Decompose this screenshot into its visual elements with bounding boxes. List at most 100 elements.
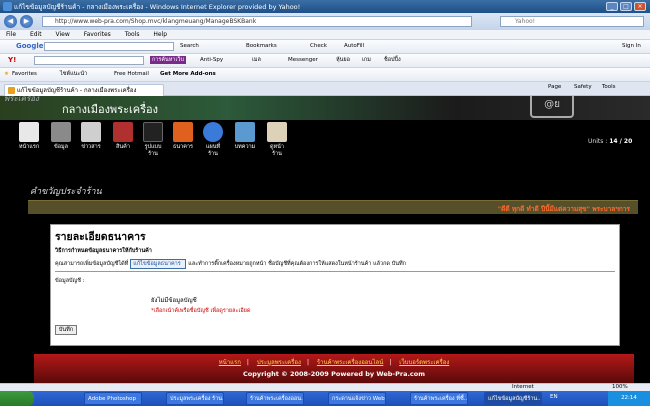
bank-icon (173, 122, 193, 142)
search-input[interactable]: Yahoo! (500, 16, 644, 27)
edit-bank-link[interactable]: แก้ไขข้อมูลธนาคาร (130, 259, 187, 269)
google-search-button[interactable]: Search (180, 42, 199, 50)
star-icon: ★ (4, 71, 9, 77)
back-button[interactable]: ◀ (4, 15, 17, 28)
theme-icon (143, 122, 163, 142)
safety-menu[interactable]: Safety (574, 84, 592, 90)
book-icon (113, 122, 133, 142)
start-button[interactable] (0, 391, 34, 406)
favorites-bar: ★ Favorites ไซต์แนะนำ Free Hotmail Get M… (0, 68, 650, 82)
favorites-button[interactable]: Favorites (12, 70, 37, 78)
web-content: พระเครื่อง กลางเมืองพระเครื่อง @ย หน้าแร… (0, 96, 650, 383)
menu-edit[interactable]: Edit (30, 30, 42, 40)
home-icon (19, 122, 39, 142)
tab-current[interactable]: แก้ไขข้อมูลบัญชีร้านค้า - กลางเมืองพระเค… (4, 84, 164, 96)
shopping-button[interactable]: ช็อปปิ้ง (384, 56, 401, 64)
footer-link-board[interactable]: เว็บบอร์ดพระเครื่อง (399, 359, 449, 366)
status-bar: Internet 100% (0, 383, 650, 391)
hotmail-link[interactable]: Free Hotmail (114, 70, 149, 78)
footer-link-home[interactable]: หน้าแรก (219, 359, 241, 366)
divider (55, 271, 615, 272)
address-input[interactable]: http://www.web-pra.com/Shop.mvc/klangmeu… (42, 16, 472, 27)
tools-menu[interactable]: Tools (602, 84, 616, 90)
tab-row: แก้ไขข้อมูลบัญชีร้านค้า - กลางเมืองพระเค… (0, 82, 650, 96)
menu-help[interactable]: Help (153, 30, 167, 40)
house-icon (267, 122, 287, 142)
nav-products[interactable]: สินค้า (112, 120, 134, 168)
article-icon (235, 122, 255, 142)
window-title: แก้ไขข้อมูลบัญชีร้านค้า - กลางเมืองพระเค… (14, 3, 301, 11)
check-button[interactable]: Check (310, 42, 327, 50)
warning-text: *เลือกเน้าค์เพรือชื่อบัญชี เพื่อดูรายละเ… (151, 308, 251, 314)
autofill-button[interactable]: AutoFill (344, 42, 364, 50)
yahoo-toolbar: Y! การค้นหาเว็บ Anti-Spy เมล Messenger ห… (0, 54, 650, 68)
ie-icon (3, 2, 12, 11)
nav-home[interactable]: หน้าแรก (18, 120, 40, 168)
nav-info[interactable]: ข้อมูล (50, 120, 72, 168)
task-news[interactable]: กระดานแจ้งข่าว Web... (328, 392, 386, 405)
page-menu[interactable]: Page (548, 84, 561, 90)
tab-page-icon (8, 87, 15, 94)
nav-theme[interactable]: รูปแบบร้าน (142, 120, 164, 168)
task-shops[interactable]: ร้านค้าพระเครื่องออน... (246, 392, 304, 405)
messenger-button[interactable]: Messenger (288, 56, 318, 64)
slogan-bar: "ดีดี ทุกดี ทำดี ปีนี้มีแต่ความสุข" พระบ… (28, 200, 638, 214)
bank-details-panel: รายละเอียดธนาคาร วิธีการกำหนดข้อมูลธนาคา… (50, 224, 620, 346)
mail-button[interactable]: เมล (252, 56, 261, 64)
close-button[interactable]: × (634, 2, 646, 11)
yahoo-logo: Y! (8, 56, 17, 64)
menu-favorites[interactable]: Favorites (84, 30, 111, 40)
slogan-text: "ดีดี ทุกดี ทำดี ปีนี้มีแต่ความสุข" พระบ… (497, 205, 630, 213)
section-title: คำขวัญประจำร้าน (30, 187, 102, 197)
finance-button[interactable]: หุ้นยอ (336, 56, 350, 64)
nav-articles[interactable]: บทความ (234, 120, 256, 168)
signin-button[interactable]: Sign In (622, 42, 641, 50)
panel-subtitle: วิธีการกำหนดข้อมูลธนาคารให้กับร้านค้า (55, 248, 152, 254)
nav-bank[interactable]: ธนาคาร (172, 120, 194, 168)
google-logo: Google (16, 42, 44, 50)
task-photoshop[interactable]: Adobe Photoshop (84, 392, 142, 405)
task-shop2[interactable]: ร้านค้าพระเครื่อง ที่ซื้... (410, 392, 468, 405)
copyright: Copyright © 2008-2009 Powered by Web-Pra… (242, 370, 426, 378)
banner-decoration-icon: @ย (530, 96, 574, 118)
addons-link[interactable]: Get More Add-ons (160, 70, 216, 78)
system-clock: 22:14 (608, 391, 650, 406)
menu-tools[interactable]: Tools (125, 30, 140, 40)
save-button[interactable]: บันทึก (55, 325, 77, 335)
tab-label: แก้ไขข้อมูลบัญชีร้านค้า - กลางเมืองพระเค… (17, 87, 137, 94)
game-button[interactable]: เกม (362, 56, 371, 64)
site-banner: พระเครื่อง กลางเมืองพระเครื่อง @ย (0, 96, 650, 120)
account-label: ข้อมูลบัญชี : (55, 278, 85, 284)
google-toolbar: Google Search Bookmarks Check AutoFill S… (0, 40, 650, 54)
panel-title: รายละเอียดธนาคาร (55, 231, 146, 243)
bookmarks-button[interactable]: Bookmarks (246, 42, 277, 50)
computer-icon (51, 122, 71, 142)
task-current[interactable]: แก้ไขข้อมูลบัญชีร้าน... (484, 392, 542, 405)
footer-link-auction[interactable]: ประมูลพระเครื่อง (257, 359, 301, 366)
nav-storefront[interactable]: ดูหน้าร้าน (266, 120, 288, 168)
language-indicator[interactable]: EN (550, 394, 558, 400)
task-auction[interactable]: ประมูลพระเครื่อง ร้าน... (166, 392, 224, 405)
nav-map[interactable]: แผนที่ร้าน (202, 120, 224, 168)
yahoo-search-input[interactable] (34, 56, 144, 65)
antispy-button[interactable]: Anti-Spy (200, 56, 223, 64)
forward-button[interactable]: ▶ (20, 15, 33, 28)
instructions: คุณสามารถเพิ่มข้อมูลบัญชีได้ที่ แก้ไขข้อม… (55, 259, 406, 269)
window-title-bar: แก้ไขข้อมูลบัญชีร้านค้า - กลางเมืองพระเค… (0, 0, 650, 13)
site-footer: หน้าแรก | ประมูลพระเครื่อง | ร้านค้าพระเคร… (34, 354, 634, 383)
thai-link[interactable]: ไซต์แนะนำ (60, 70, 87, 78)
zoom-level[interactable]: 100% (612, 384, 628, 391)
maximize-button[interactable]: □ (620, 2, 632, 11)
address-row: ◀ ▶ http://www.web-pra.com/Shop.mvc/klan… (0, 13, 650, 30)
footer-link-shops[interactable]: ร้านค้าพระเครื่องออนไลน์ (317, 359, 383, 366)
google-search-input[interactable] (44, 42, 174, 51)
menu-view[interactable]: View (56, 30, 70, 40)
zone-indicator: Internet (512, 384, 534, 390)
minimize-button[interactable]: _ (606, 2, 618, 11)
globe-icon (203, 122, 223, 142)
nav-news[interactable]: ข่าวสาร (80, 120, 102, 168)
site-logo: พระเครื่อง (4, 96, 39, 103)
yahoo-web-search-button[interactable]: การค้นหาเว็บ (150, 56, 186, 64)
menu-file[interactable]: File (6, 30, 16, 40)
units-counter: Units : 14 / 20 (588, 138, 633, 145)
